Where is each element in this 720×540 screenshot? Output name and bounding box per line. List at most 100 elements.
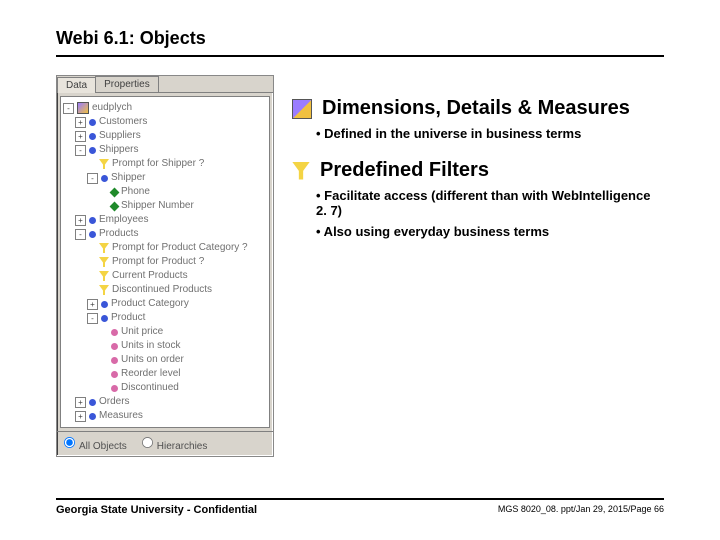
- tree-node[interactable]: + Customers: [63, 115, 267, 129]
- tree-label: Shipper: [111, 171, 145, 185]
- measure-icon: [111, 329, 118, 336]
- dim-icon: [89, 147, 96, 154]
- tree-node[interactable]: Units in stock: [63, 339, 267, 353]
- tree-node[interactable]: Unit price: [63, 325, 267, 339]
- tree-label: Suppliers: [99, 129, 141, 143]
- tree-label: Product: [111, 311, 145, 325]
- tree-toggle-icon: [99, 370, 108, 379]
- radio-hierarchies[interactable]: Hierarchies: [141, 436, 208, 452]
- tree-toggle-icon: [87, 244, 96, 253]
- cube-icon: [292, 99, 312, 119]
- tree-node[interactable]: Prompt for Product Category ?: [63, 241, 267, 255]
- tree-label: Current Products: [112, 269, 188, 283]
- tree-node[interactable]: + Product Category: [63, 297, 267, 311]
- tree-toggle-icon[interactable]: +: [75, 397, 86, 408]
- tab-data[interactable]: Data: [57, 77, 96, 93]
- tree-toggle-icon: [87, 286, 96, 295]
- tree-label: Shippers: [99, 143, 138, 157]
- tree-toggle-icon[interactable]: +: [75, 411, 86, 422]
- section-heading: Predefined Filters: [320, 159, 489, 182]
- tree-label: Prompt for Shipper ?: [112, 157, 204, 171]
- filter-icon: [99, 243, 109, 253]
- tree-label: Employees: [99, 213, 148, 227]
- filter-icon: [99, 271, 109, 281]
- tree-label: Phone: [121, 185, 150, 199]
- tree-toggle-icon: [99, 202, 108, 211]
- tree-label: Units on order: [121, 353, 184, 367]
- footer-left: Georgia State University - Confidential: [56, 504, 257, 516]
- tree-label: Products: [99, 227, 138, 241]
- measure-icon: [111, 343, 118, 350]
- tree-node[interactable]: Discontinued Products: [63, 283, 267, 297]
- filter-icon: [292, 162, 310, 180]
- tree-label: Unit price: [121, 325, 163, 339]
- dim-icon: [101, 301, 108, 308]
- tree-node[interactable]: Prompt for Product ?: [63, 255, 267, 269]
- tree-tabs: Data Properties: [57, 76, 273, 93]
- tree-toggle-icon: [99, 356, 108, 365]
- tree-toggle-icon[interactable]: -: [75, 229, 86, 240]
- tree-label: eudplych: [92, 101, 132, 115]
- tree-node[interactable]: +Measures: [63, 409, 267, 423]
- tree-node[interactable]: + Employees: [63, 213, 267, 227]
- tree-body[interactable]: -eudplych+Customers+Suppliers-ShippersPr…: [60, 96, 270, 428]
- dim-icon: [89, 217, 96, 224]
- tree-label: Discontinued: [121, 381, 179, 395]
- tree-node[interactable]: Current Products: [63, 269, 267, 283]
- tree-toggle-icon: [87, 272, 96, 281]
- tree-label: Units in stock: [121, 339, 180, 353]
- tree-toggle-icon[interactable]: -: [87, 313, 98, 324]
- tree-node[interactable]: - Shippers: [63, 143, 267, 157]
- detail-icon: [110, 187, 120, 197]
- dim-icon: [101, 315, 108, 322]
- tree-toggle-icon[interactable]: +: [87, 299, 98, 310]
- title-rule: [56, 55, 664, 57]
- cube-icon: [77, 102, 89, 114]
- tree-node[interactable]: + Suppliers: [63, 129, 267, 143]
- tree-label: Customers: [99, 115, 147, 129]
- bullet-text: • Facilitate access (different than with…: [316, 188, 664, 218]
- slide-title: Webi 6.1: Objects: [56, 28, 664, 49]
- section-heading: Dimensions, Details & Measures: [322, 97, 630, 120]
- dim-icon: [101, 175, 108, 182]
- tree-toggle-icon[interactable]: +: [75, 117, 86, 128]
- dim-icon: [89, 399, 96, 406]
- tree-node[interactable]: Phone: [63, 185, 267, 199]
- tree-node[interactable]: Shipper Number: [63, 199, 267, 213]
- tree-label: Orders: [99, 395, 130, 409]
- tree-node[interactable]: Discontinued: [63, 381, 267, 395]
- tree-node[interactable]: - Shipper: [63, 171, 267, 185]
- tree-toggle-icon: [99, 188, 108, 197]
- tree-radio-row: All Objects Hierarchies: [57, 431, 273, 456]
- measure-icon: [111, 371, 118, 378]
- tree-node[interactable]: Reorder level: [63, 367, 267, 381]
- tree-label: Prompt for Product Category ?: [112, 241, 248, 255]
- dim-icon: [89, 231, 96, 238]
- tree-toggle-icon[interactable]: -: [63, 103, 74, 114]
- tree-node[interactable]: Units on order: [63, 353, 267, 367]
- section-dimensions: Dimensions, Details & Measures • Defined…: [292, 97, 664, 141]
- tree-toggle-icon[interactable]: -: [75, 145, 86, 156]
- dim-icon: [89, 133, 96, 140]
- tree-node[interactable]: - eudplych: [63, 101, 267, 115]
- right-column: Dimensions, Details & Measures • Defined…: [292, 75, 664, 257]
- tree-node[interactable]: + Orders: [63, 395, 267, 409]
- tree-toggle-icon: [87, 258, 96, 267]
- dim-icon: [89, 413, 96, 420]
- filter-icon: [99, 159, 109, 169]
- tree-toggle-icon[interactable]: -: [87, 173, 98, 184]
- tree-node[interactable]: - Product: [63, 311, 267, 325]
- tree-toggle-icon[interactable]: +: [75, 215, 86, 226]
- footer-right: MGS 8020_08. ppt/Jan 29, 2015/Page 66: [498, 504, 664, 516]
- tab-properties[interactable]: Properties: [95, 76, 159, 92]
- tree-node[interactable]: Prompt for Shipper ?: [63, 157, 267, 171]
- tree-toggle-icon[interactable]: +: [75, 131, 86, 142]
- tree-label: Product Category: [111, 297, 189, 311]
- content-row: Data Properties - eudplych + Customers + Supp…: [56, 75, 664, 457]
- objects-tree-panel: Data Properties - eudplych + Customers + Supp…: [56, 75, 274, 457]
- measure-icon: [111, 357, 118, 364]
- radio-all-objects[interactable]: All Objects: [63, 436, 127, 452]
- bullet-text: • Defined in the universe in business te…: [316, 126, 664, 141]
- tree-toggle-icon: [99, 328, 108, 337]
- tree-node[interactable]: - Products: [63, 227, 267, 241]
